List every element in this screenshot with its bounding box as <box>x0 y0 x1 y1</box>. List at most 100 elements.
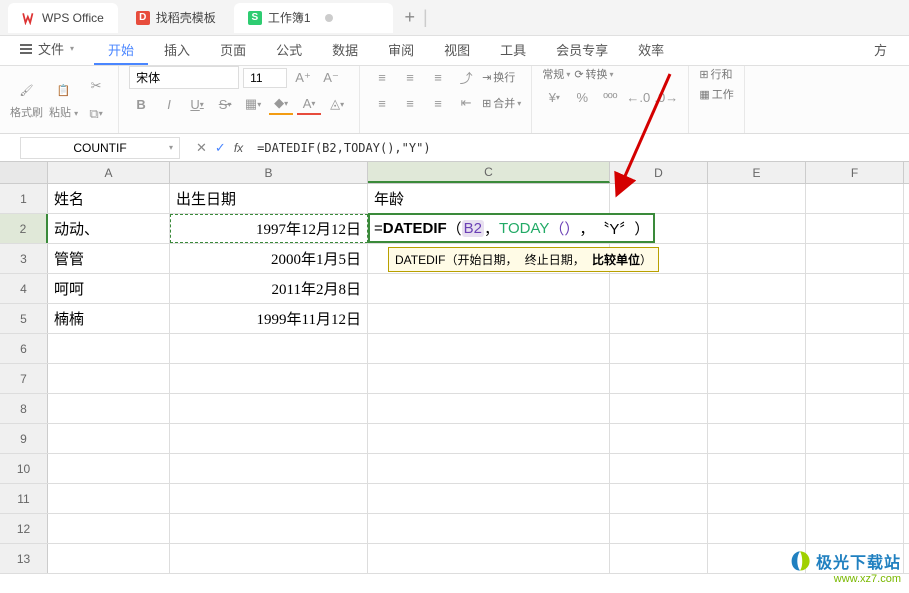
confirm-formula-button[interactable]: ✓ <box>215 140 226 156</box>
tab-close-icon[interactable] <box>325 14 333 22</box>
cell-D4[interactable] <box>610 274 708 303</box>
cell-E3[interactable] <box>708 244 806 273</box>
cell-B4[interactable]: 2011年2月8日 <box>170 274 368 303</box>
cell-A5[interactable]: 楠楠 <box>48 304 170 333</box>
menu-review[interactable]: 审阅 <box>374 34 428 65</box>
grid-row-5: 5 楠楠 1999年11月12日 <box>0 304 909 334</box>
fill-color-button[interactable]: ◆▾ <box>269 93 293 115</box>
col-header-A[interactable]: A <box>48 162 170 183</box>
menu-right[interactable]: 方 <box>864 34 897 65</box>
menu-view[interactable]: 视图 <box>430 34 484 65</box>
menu-insert[interactable]: 插入 <box>150 34 204 65</box>
select-all-corner[interactable] <box>0 162 48 183</box>
app-tab-workbook[interactable]: S 工作簿1 <box>234 3 393 33</box>
app-tab-template[interactable]: D 找稻壳模板 <box>122 3 230 33</box>
font-decrease-button[interactable]: A⁻ <box>319 67 343 89</box>
cut-button[interactable]: ✂ <box>84 75 108 97</box>
row-header[interactable]: 3 <box>0 244 48 273</box>
cell-C1[interactable]: 年龄 <box>368 184 610 213</box>
wrap-text-button[interactable]: ⇥ 换行 <box>482 69 515 85</box>
cell-F4[interactable] <box>806 274 904 303</box>
formula-input[interactable]: =DATEDIF(B2,TODAY(),"Y") <box>251 141 909 155</box>
decimal-inc-button[interactable]: ←.0 <box>626 86 650 108</box>
currency-button[interactable]: ¥▾ <box>542 86 566 108</box>
cell-B5[interactable]: 1999年11月12日 <box>170 304 368 333</box>
strike-button[interactable]: S▾ <box>213 93 237 115</box>
file-menu[interactable]: 文件 ▾ <box>12 35 82 62</box>
cell-C2[interactable]: =DATEDIF（B2，TODAY（），〝Y〞） DATEDIF（开始日期， 终… <box>368 214 610 243</box>
cell-F2[interactable] <box>806 214 904 243</box>
row-header[interactable]: 1 <box>0 184 48 213</box>
align-top-button[interactable]: ≡ <box>370 66 394 88</box>
cell-E4[interactable] <box>708 274 806 303</box>
menu-formula[interactable]: 公式 <box>262 34 316 65</box>
paste-button[interactable]: 📋 粘贴 ▾ <box>49 80 78 120</box>
cell-E1[interactable] <box>708 184 806 213</box>
hamburger-icon <box>20 44 32 54</box>
menu-member[interactable]: 会员专享 <box>542 34 622 65</box>
app-tab-wps[interactable]: WPS Office <box>8 3 118 33</box>
cell-B2[interactable]: 1997年12月12日 <box>170 214 368 243</box>
name-box[interactable]: COUNTIF ▾ <box>20 137 180 159</box>
cell-A3[interactable]: 管管 <box>48 244 170 273</box>
cell-F5[interactable] <box>806 304 904 333</box>
bold-button[interactable]: B <box>129 93 153 115</box>
underline-button[interactable]: U▾ <box>185 93 209 115</box>
format-painter-button[interactable]: 🖌 格式刷 <box>10 80 43 120</box>
align-middle-button[interactable]: ≡ <box>398 66 422 88</box>
indent-button[interactable]: ⇤ <box>454 92 478 114</box>
col-header-F[interactable]: F <box>806 162 904 183</box>
font-name-select[interactable]: 宋体 <box>129 66 239 89</box>
row-header[interactable]: 5 <box>0 304 48 333</box>
menu-data[interactable]: 数据 <box>318 34 372 65</box>
align-bottom-button[interactable]: ≡ <box>426 66 450 88</box>
cell-A4[interactable]: 呵呵 <box>48 274 170 303</box>
menu-page[interactable]: 页面 <box>206 34 260 65</box>
clear-format-button[interactable]: ◬▾ <box>325 93 349 115</box>
col-header-C[interactable]: C <box>368 162 610 183</box>
border-button[interactable]: ▦▾ <box>241 93 265 115</box>
menu-efficiency[interactable]: 效率 <box>624 34 678 65</box>
menu-tools[interactable]: 工具 <box>486 34 540 65</box>
decimal-dec-button[interactable]: .0→ <box>654 86 678 108</box>
font-increase-button[interactable]: A⁺ <box>291 67 315 89</box>
col-header-E[interactable]: E <box>708 162 806 183</box>
cell-D5[interactable] <box>610 304 708 333</box>
cell-F1[interactable] <box>806 184 904 213</box>
align-right-button[interactable]: ≡ <box>426 92 450 114</box>
cell-A2[interactable]: 动动、 <box>48 214 170 243</box>
cell-F3[interactable] <box>806 244 904 273</box>
cell-C4[interactable] <box>368 274 610 303</box>
align-left-button[interactable]: ≡ <box>370 92 394 114</box>
cell-A1[interactable]: 姓名 <box>48 184 170 213</box>
number-format-select[interactable]: 常规 ▾ <box>542 66 570 82</box>
row-header[interactable]: 4 <box>0 274 48 303</box>
align-center-button[interactable]: ≡ <box>398 92 422 114</box>
row-header[interactable]: 2 <box>0 214 48 243</box>
cell-B1[interactable]: 出生日期 <box>170 184 368 213</box>
row-col-button[interactable]: ⊞ 行和 <box>699 66 732 82</box>
menu-start[interactable]: 开始 <box>94 34 148 65</box>
font-color-button[interactable]: A▾ <box>297 93 321 115</box>
cell-D1[interactable] <box>610 184 708 213</box>
cancel-formula-button[interactable]: ✕ <box>196 140 207 156</box>
cell-E5[interactable] <box>708 304 806 333</box>
copy-button[interactable]: ⧉▾ <box>84 103 108 125</box>
cell-B3[interactable]: 2000年1月5日 <box>170 244 368 273</box>
cell-E2[interactable] <box>708 214 806 243</box>
worksheet-button[interactable]: ▦ 工作 <box>699 86 733 102</box>
font-size-select[interactable]: 11 <box>243 68 287 88</box>
cell-editor[interactable]: =DATEDIF（B2，TODAY（），〝Y〞） <box>368 213 655 243</box>
thousands-button[interactable]: ººº <box>598 86 622 108</box>
percent-button[interactable]: % <box>570 86 594 108</box>
orientation-button[interactable]: ⤴ <box>454 66 478 88</box>
italic-button[interactable]: I <box>157 93 181 115</box>
col-header-B[interactable]: B <box>170 162 368 183</box>
watermark: 极光下载站 www.xz7.com <box>788 549 901 585</box>
col-header-D[interactable]: D <box>610 162 708 183</box>
cell-C5[interactable] <box>368 304 610 333</box>
new-tab-button[interactable]: +| <box>397 7 436 28</box>
merge-button[interactable]: ⊞ 合并▾ <box>482 95 521 111</box>
fx-button[interactable]: fx <box>234 141 243 155</box>
convert-button[interactable]: ⟳ 转换▾ <box>574 66 613 82</box>
